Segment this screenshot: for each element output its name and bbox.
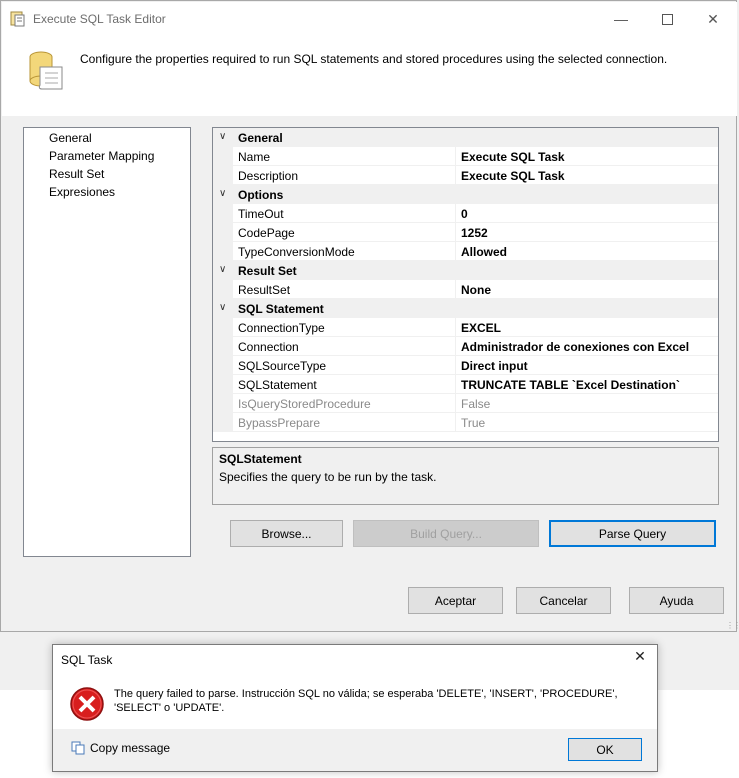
maximize-button[interactable]: [644, 3, 690, 35]
nav-item-parameter-mapping[interactable]: Parameter Mapping: [49, 149, 154, 163]
property-row-timeout[interactable]: TimeOut 0: [213, 204, 718, 223]
sql-task-error-dialog: SQL Task ✕ The query failed to parse. In…: [52, 644, 658, 772]
dialog-message-area: The query failed to parse. Instrucción S…: [53, 673, 657, 729]
help-button-label: Ayuda: [659, 593, 694, 608]
scroll-database-icon: [29, 51, 63, 90]
property-name: TimeOut: [238, 207, 284, 221]
collapse-chevron-icon[interactable]: ∨: [219, 131, 226, 142]
description-title: SQLStatement: [219, 452, 302, 466]
header-description: Configure the properties required to run…: [80, 52, 668, 66]
property-name: Name: [238, 150, 271, 164]
collapse-chevron-icon[interactable]: ∨: [219, 188, 226, 199]
property-name: BypassPrepare: [238, 416, 321, 430]
category-options[interactable]: ∨ Options: [213, 185, 718, 204]
property-name: ConnectionType: [238, 321, 325, 335]
nav-item-general[interactable]: General: [49, 131, 92, 145]
help-button[interactable]: Ayuda: [629, 587, 724, 614]
error-icon: [70, 687, 104, 721]
description-text: Specifies the query to be run by the tas…: [219, 470, 437, 484]
collapse-chevron-icon[interactable]: ∨: [219, 264, 226, 275]
property-value[interactable]: Execute SQL Task: [461, 169, 565, 183]
property-value[interactable]: TRUNCATE TABLE `Excel Destination`: [461, 378, 680, 392]
property-row-bypassprepare[interactable]: BypassPrepare True: [213, 413, 718, 432]
property-name: SQLStatement: [238, 378, 317, 392]
property-row-sqlsourcetype[interactable]: SQLSourceType Direct input: [213, 356, 718, 375]
browse-button-label: Browse...: [261, 526, 312, 541]
category-label: General: [238, 131, 283, 145]
nav-item-result-set[interactable]: Result Set: [49, 167, 104, 181]
dialog-title-bar[interactable]: SQL Task ✕: [53, 645, 657, 673]
property-name: SQLSourceType: [238, 359, 327, 373]
property-row-resultset[interactable]: ResultSet None: [213, 280, 718, 299]
property-value[interactable]: 1252: [461, 226, 488, 240]
copy-icon: [71, 741, 85, 755]
resize-grip-icon[interactable]: ⋮⋮: [726, 621, 739, 630]
property-grid: ∨ General Name Execute SQL Task Descript…: [212, 127, 719, 442]
property-value[interactable]: False: [461, 397, 490, 411]
property-row-description[interactable]: Description Execute SQL Task: [213, 166, 718, 185]
header-panel: Configure the properties required to run…: [2, 36, 737, 116]
property-row-isquerystoredprocedure[interactable]: IsQueryStoredProcedure False: [213, 394, 718, 413]
property-name: ResultSet: [238, 283, 291, 297]
property-value[interactable]: Administrador de conexiones con Excel: [461, 340, 689, 354]
cancel-button-label: Cancelar: [539, 593, 588, 608]
property-value[interactable]: EXCEL: [461, 321, 501, 335]
property-row-connection[interactable]: Connection Administrador de conexiones c…: [213, 337, 718, 356]
property-name: IsQueryStoredProcedure: [238, 397, 371, 411]
property-name: CodePage: [238, 226, 295, 240]
minimize-button[interactable]: —: [598, 3, 644, 35]
window-title: Execute SQL Task Editor: [33, 12, 166, 26]
copy-message-label: Copy message: [90, 741, 171, 755]
property-row-name[interactable]: Name Execute SQL Task: [213, 147, 718, 166]
dialog-close-icon[interactable]: ✕: [629, 648, 651, 665]
parse-query-button[interactable]: Parse Query: [549, 520, 716, 547]
category-sql-statement[interactable]: ∨ SQL Statement: [213, 299, 718, 318]
page-navigation-list: General Parameter Mapping Result Set Exp…: [23, 127, 191, 557]
property-value[interactable]: Direct input: [461, 359, 528, 373]
ok-button[interactable]: OK: [568, 738, 642, 761]
property-name: TypeConversionMode: [238, 245, 355, 259]
property-row-connectiontype[interactable]: ConnectionType EXCEL: [213, 318, 718, 337]
sql-task-icon: [10, 11, 25, 27]
category-label: Result Set: [238, 264, 297, 278]
maximize-icon: [661, 13, 673, 25]
property-row-sqlstatement[interactable]: SQLStatement TRUNCATE TABLE `Excel Desti…: [213, 375, 718, 394]
collapse-chevron-icon[interactable]: ∨: [219, 302, 226, 313]
property-value[interactable]: None: [461, 283, 491, 297]
accept-button[interactable]: Aceptar: [408, 587, 503, 614]
copy-message-link[interactable]: Copy message: [71, 741, 170, 755]
cancel-button[interactable]: Cancelar: [516, 587, 611, 614]
property-value[interactable]: Allowed: [461, 245, 507, 259]
parse-query-button-label: Parse Query: [598, 526, 667, 541]
build-query-button[interactable]: Build Query...: [353, 520, 539, 547]
property-value[interactable]: Execute SQL Task: [461, 150, 565, 164]
property-value[interactable]: True: [461, 416, 485, 430]
close-icon: ✕: [707, 10, 719, 27]
ok-button-label: OK: [596, 742, 614, 757]
execute-sql-task-editor-window: Execute SQL Task Editor — ✕ Configure th…: [0, 0, 739, 632]
category-general[interactable]: ∨ General: [213, 128, 718, 147]
build-query-button-label: Build Query...: [410, 526, 482, 541]
property-value[interactable]: 0: [461, 207, 468, 221]
browse-button[interactable]: Browse...: [230, 520, 343, 547]
property-row-codepage[interactable]: CodePage 1252: [213, 223, 718, 242]
error-message: The query failed to parse. Instrucción S…: [114, 688, 618, 714]
minimize-icon: —: [614, 11, 628, 27]
category-result-set[interactable]: ∨ Result Set: [213, 261, 718, 280]
property-name: Description: [238, 169, 299, 183]
category-label: Options: [238, 188, 284, 202]
property-description-pane: SQLStatement Specifies the query to be r…: [212, 447, 719, 505]
property-row-typeconversionmode[interactable]: TypeConversionMode Allowed: [213, 242, 718, 261]
dialog-title: SQL Task: [61, 653, 113, 667]
category-label: SQL Statement: [238, 302, 324, 316]
title-bar[interactable]: Execute SQL Task Editor — ✕: [2, 2, 737, 36]
property-name: Connection: [238, 340, 299, 354]
accept-button-label: Aceptar: [434, 593, 477, 608]
nav-item-expresiones[interactable]: Expresiones: [49, 185, 115, 199]
close-button[interactable]: ✕: [690, 3, 736, 35]
